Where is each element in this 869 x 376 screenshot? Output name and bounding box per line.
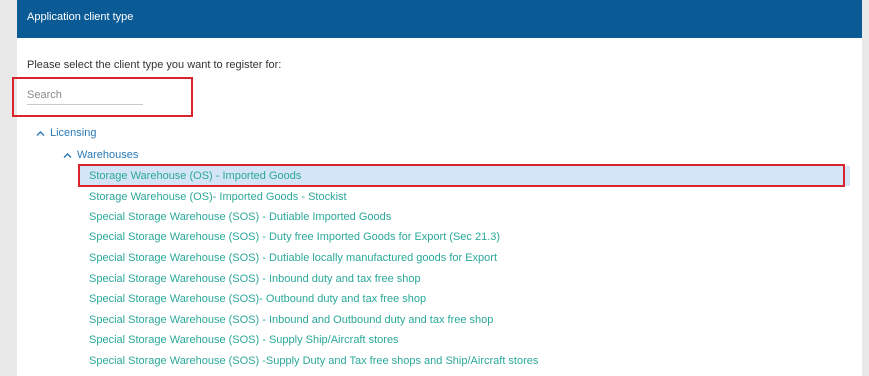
list-item[interactable]: Special Storage Warehouse (SOS) - Supply… [80,330,850,350]
list-item[interactable]: Special Storage Warehouse (SOS)- Outboun… [80,289,850,309]
list-item[interactable]: Special Storage Warehouse (SOS) - Dutiab… [80,248,850,268]
chevron-up-icon [63,151,72,160]
panel-header: Application client type [17,0,862,38]
list-item-label: Special Storage Warehouse (SOS) - Duty f… [89,231,501,243]
list-item[interactable]: Special Storage Warehouse (SOS) - Inboun… [80,269,850,289]
list-item[interactable]: Special Storage Warehouse (SOS) - Inboun… [80,310,850,330]
tree-node-licensing[interactable]: Licensing [36,127,96,139]
tree-node-label: Licensing [50,127,97,139]
list-item-label: Special Storage Warehouse (SOS) -Supply … [89,355,539,367]
list-item-label: Special Storage Warehouse (SOS) - Inboun… [89,273,421,285]
list-item-label: Special Storage Warehouse (SOS) - Dutiab… [89,252,498,264]
list-item-label: Special Storage Warehouse (SOS)- Outboun… [89,293,427,305]
search-highlight-frame [12,77,193,117]
list-item-label: Storage Warehouse (OS)- Imported Goods -… [89,191,347,203]
list-item[interactable]: Special Storage Warehouse (SOS) - Dutiab… [80,207,850,227]
list-item-label: Special Storage Warehouse (SOS) - Inboun… [89,314,494,326]
selection-highlight-frame [78,164,845,187]
list-item[interactable]: Special Storage Warehouse (SOS) - Duty f… [80,227,850,247]
chevron-up-icon [36,129,45,138]
list-item[interactable]: Special Storage Warehouse (SOS) -Supply … [80,351,850,371]
list-item-label: Special Storage Warehouse (SOS) - Supply… [89,334,399,346]
panel-title: Application client type [27,11,134,23]
select-prompt: Please select the client type you want t… [27,59,282,71]
tree-node-warehouses[interactable]: Warehouses [63,149,138,161]
list-item-label: Special Storage Warehouse (SOS) - Dutiab… [89,211,392,223]
client-type-panel: Application client type Please select th… [17,0,862,376]
tree-node-label: Warehouses [77,149,139,161]
list-item[interactable]: Storage Warehouse (OS)- Imported Goods -… [80,187,850,207]
